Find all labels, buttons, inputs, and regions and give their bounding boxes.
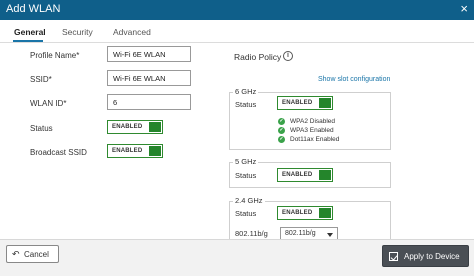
save-icon <box>389 252 398 261</box>
check-circle-icon: ✓ <box>278 136 285 143</box>
close-icon[interactable]: × <box>460 2 468 16</box>
broadcast-ssid-toggle-label: ENABLED <box>112 148 143 154</box>
check-circle-icon: ✓ <box>278 127 285 134</box>
undo-icon: ↶ <box>12 249 20 259</box>
ssid-label: SSID* <box>30 75 52 84</box>
ghz6-toggle-label: ENABLED <box>282 100 313 106</box>
apply-to-device-button[interactable]: Apply to Device <box>382 245 469 267</box>
ghz24-toggle-knob <box>319 208 331 218</box>
ghz24-legend: 2.4 GHz <box>233 196 265 205</box>
ghz6-status-toggle[interactable]: ENABLED <box>277 96 333 110</box>
ghz24-toggle-label: ENABLED <box>282 210 313 216</box>
profile-name-input[interactable] <box>107 46 191 62</box>
dot11ax-check-text: Dot11ax Enabled <box>290 136 340 143</box>
profile-name-label: Profile Name* <box>30 51 80 60</box>
ghz24-status-label: Status <box>235 209 257 218</box>
wpa3-check-text: WPA3 Enabled <box>290 127 334 134</box>
ghz6-toggle-knob <box>319 98 331 108</box>
radio-policy-title: Radio Policy <box>234 52 282 62</box>
dialog-title-bar: Add WLAN × <box>0 0 474 20</box>
ghz24-status-toggle[interactable]: ENABLED <box>277 206 333 220</box>
tab-security[interactable]: Security <box>62 27 93 37</box>
check-circle-icon: ✓ <box>278 118 285 125</box>
wlan-id-input[interactable] <box>107 94 191 110</box>
ghz6-status-label: Status <box>235 100 257 109</box>
dialog-title: Add WLAN <box>6 3 61 15</box>
ghz6-legend: 6 GHz <box>233 87 259 96</box>
show-slot-configuration-link[interactable]: Show slot configuration <box>318 76 390 83</box>
status-toggle-label: ENABLED <box>112 124 143 130</box>
tabs-divider <box>0 42 474 43</box>
cancel-button-label: Cancel <box>24 250 49 259</box>
status-label: Status <box>30 124 53 133</box>
ghz24-band-label: 802.11b/g <box>235 229 268 238</box>
chevron-down-icon <box>327 233 333 237</box>
ghz5-status-label: Status <box>235 171 257 180</box>
ghz5-toggle-label: ENABLED <box>282 172 313 178</box>
wpa2-check-text: WPA2 Disabled <box>290 118 336 125</box>
broadcast-ssid-toggle[interactable]: ENABLED <box>107 144 163 158</box>
apply-button-label: Apply to Device <box>404 252 460 261</box>
info-icon[interactable]: i <box>283 51 293 61</box>
wlan-id-label: WLAN ID* <box>30 99 67 108</box>
ghz5-legend: 5 GHz <box>233 157 259 166</box>
ghz5-status-toggle[interactable]: ENABLED <box>277 168 333 182</box>
status-toggle-knob <box>149 122 161 132</box>
ghz5-toggle-knob <box>319 170 331 180</box>
ghz24-band-value: 802.11b/g <box>285 230 316 237</box>
cancel-button[interactable]: ↶ Cancel <box>6 245 59 263</box>
broadcast-ssid-toggle-knob <box>149 146 161 156</box>
ssid-input[interactable] <box>107 70 191 86</box>
tab-general[interactable]: General <box>14 27 46 37</box>
tab-advanced[interactable]: Advanced <box>113 27 151 37</box>
broadcast-ssid-label: Broadcast SSID <box>30 148 87 157</box>
status-toggle[interactable]: ENABLED <box>107 120 163 134</box>
